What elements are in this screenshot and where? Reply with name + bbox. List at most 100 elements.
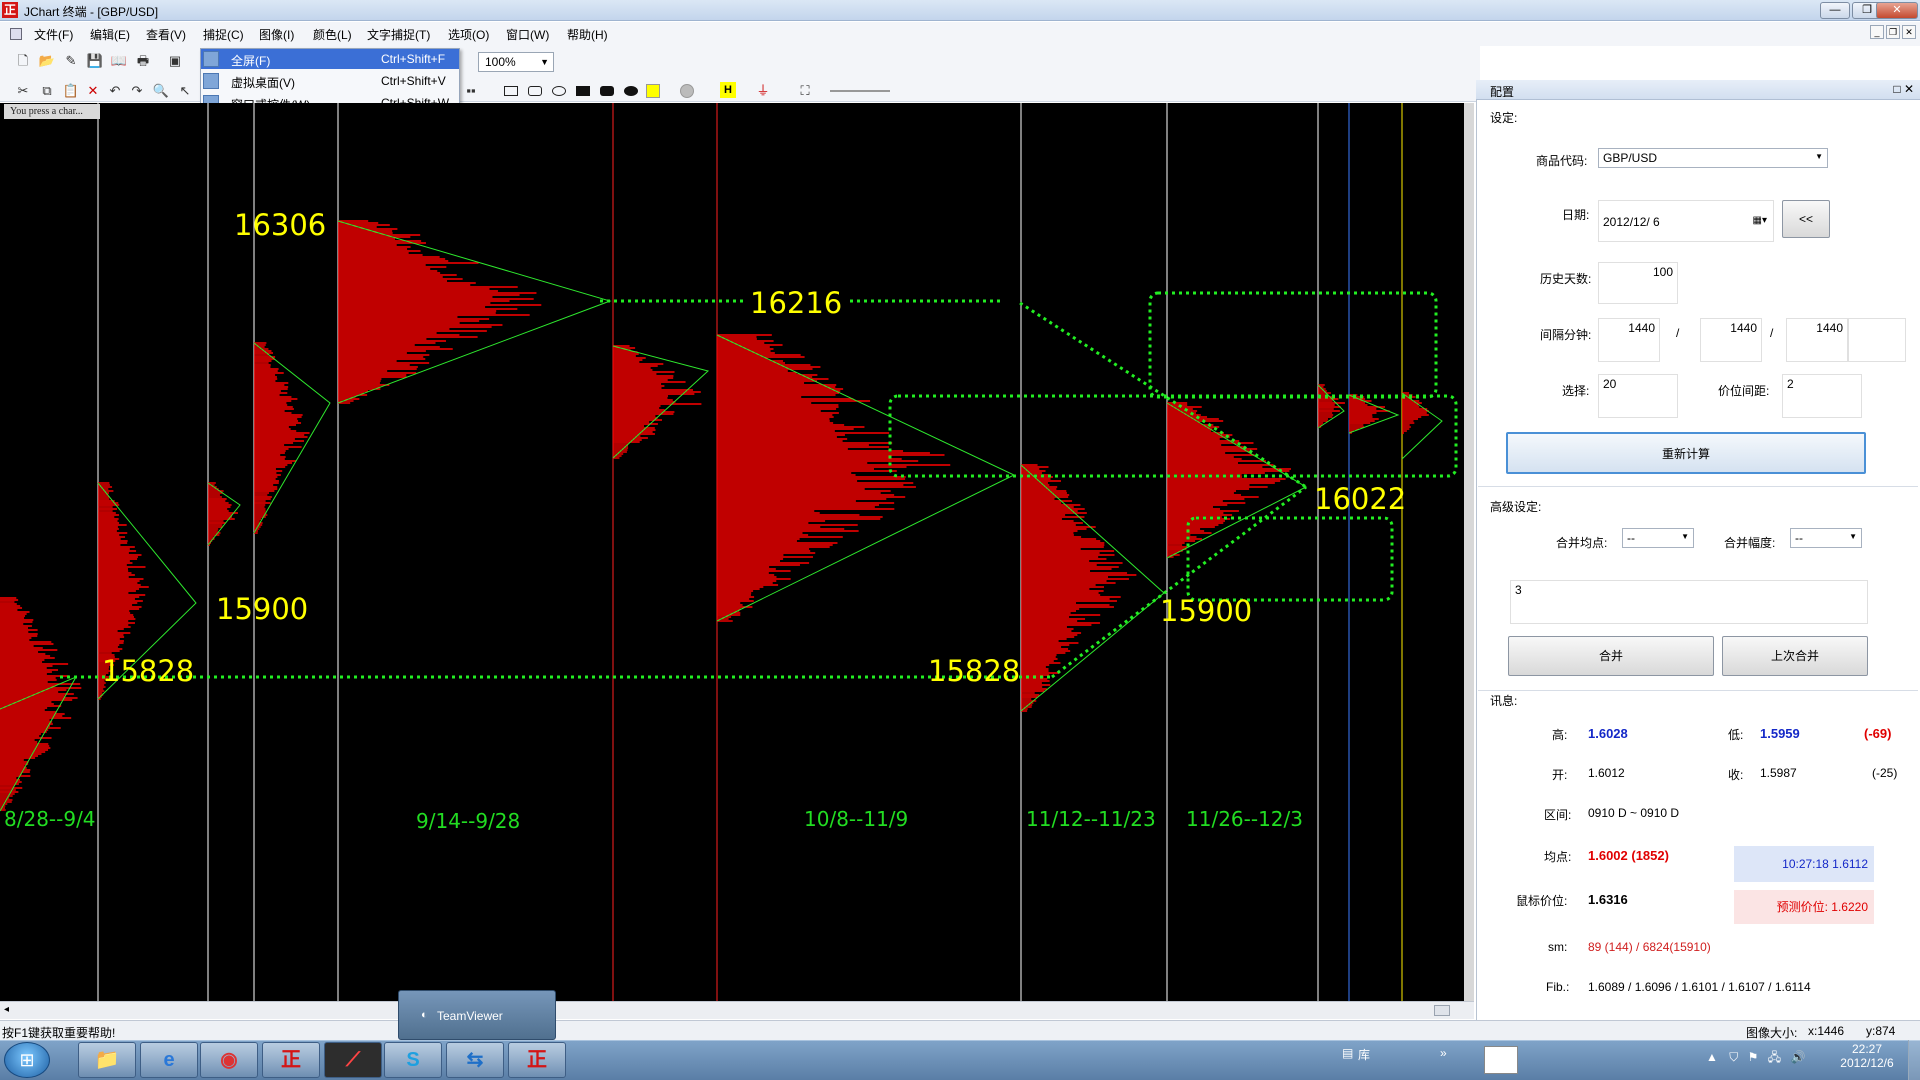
menu-item-virtual-desktop[interactable]: 虚拟桌面(V) Ctrl+Shift+V xyxy=(201,71,459,91)
cut-icon[interactable]: ✂ xyxy=(14,82,32,100)
teamviewer-task-icon[interactable]: ⇆ xyxy=(446,1042,504,1078)
menu-item-fullscreen[interactable]: 全屏(F) Ctrl+Shift+F xyxy=(201,49,459,69)
stamp-icon[interactable]: ⏚ xyxy=(754,82,772,100)
copy-icon[interactable]: ⧉ xyxy=(38,82,56,100)
prev-date-button[interactable]: << xyxy=(1782,200,1830,238)
chrome-task-icon[interactable]: ◉ xyxy=(200,1042,258,1078)
teamviewer-popup[interactable]: ◐ TeamViewer xyxy=(398,990,556,1040)
status-bar: 按F1键获取重要帮助! 图像大小: x:1446 y:874 xyxy=(0,1020,1920,1040)
mdi-restore-button[interactable]: ❐ xyxy=(1886,25,1900,39)
interval-field-4[interactable] xyxy=(1848,318,1906,362)
pointer-icon[interactable]: ↖ xyxy=(176,82,194,100)
jchart2-task-icon[interactable]: 正 xyxy=(508,1042,566,1078)
fit-icon[interactable]: ⛶ xyxy=(796,82,814,100)
price-level-label: 15900 xyxy=(1160,594,1252,628)
price-level-label: 15900 xyxy=(216,592,308,626)
flag-icon[interactable]: ⚑ xyxy=(1748,1050,1759,1064)
fill-color-icon[interactable] xyxy=(646,84,660,98)
date-range-label: 11/12--11/23 xyxy=(1026,807,1156,831)
panel-close-icon[interactable]: □ ✕ xyxy=(1893,82,1914,96)
chart-app-task-icon[interactable]: ⟋ xyxy=(324,1042,382,1078)
print-icon[interactable]: 🖶 xyxy=(134,52,152,70)
minimize-button[interactable]: — xyxy=(1820,2,1850,19)
history-field[interactable]: 100 xyxy=(1598,262,1678,304)
circle-color-icon[interactable] xyxy=(680,84,694,98)
menu-capture[interactable]: 捕捉(C) xyxy=(203,26,244,43)
redo-icon[interactable]: ↷ xyxy=(128,82,146,100)
date-field[interactable]: 2012/12/ 6 ▦▾ xyxy=(1598,200,1774,242)
volume-icon[interactable]: 🔊 xyxy=(1790,1050,1805,1064)
explorer-task-icon[interactable]: 📁 xyxy=(78,1042,136,1078)
zoom-select[interactable]: 100% ▼ xyxy=(478,52,554,72)
rectangle-icon[interactable] xyxy=(504,86,518,96)
show-desktop-button[interactable] xyxy=(1908,1040,1920,1080)
merge-text-area[interactable]: 3 xyxy=(1510,580,1868,624)
skype-task-icon[interactable]: S xyxy=(384,1042,442,1078)
pen-tablet-icon[interactable] xyxy=(1484,1046,1518,1074)
merge-button[interactable]: 合并 xyxy=(1508,636,1714,676)
select-field[interactable]: 20 xyxy=(1598,374,1678,418)
interval-field-1[interactable]: 1440 xyxy=(1598,318,1660,362)
show-hidden-icons[interactable]: ▲ xyxy=(1706,1050,1718,1064)
scroll-thumb[interactable] xyxy=(1434,1005,1450,1016)
clock[interactable]: 22:27 2012/12/6 xyxy=(1832,1042,1902,1078)
menu-options[interactable]: 选项(O) xyxy=(448,26,489,43)
paste-icon[interactable]: 📋 xyxy=(62,82,80,100)
ellipse-icon[interactable] xyxy=(552,86,566,96)
interval-field-2[interactable]: 1440 xyxy=(1700,318,1762,362)
profile-triangle xyxy=(1020,464,1165,712)
menu-view[interactable]: 查看(V) xyxy=(146,26,186,43)
jchart-task-icon[interactable]: 正 xyxy=(262,1042,320,1078)
library-label[interactable]: 库 xyxy=(1358,1046,1370,1063)
mdi-close-button[interactable]: ✕ xyxy=(1902,25,1916,39)
edit-icon[interactable]: ✎ xyxy=(62,52,80,70)
filled-rectangle-icon[interactable] xyxy=(576,86,590,96)
close-button[interactable]: ✕ xyxy=(1876,2,1918,19)
new-file-icon[interactable]: 🗋 xyxy=(14,52,32,70)
chart-area[interactable]: 16306 16216 15900 15828 15900 15828 16022 8/28-… xyxy=(0,103,1474,1001)
merge-avg-select[interactable]: -- ▼ xyxy=(1622,528,1694,548)
divider xyxy=(1478,690,1918,691)
save-icon[interactable]: 💾 xyxy=(86,52,104,70)
menu-color[interactable]: 颜色(L) xyxy=(313,26,352,43)
rounded-rectangle-icon[interactable] xyxy=(528,86,542,96)
menu-text-capture[interactable]: 文字捕捉(T) xyxy=(367,26,430,43)
library-icon[interactable]: ▤ xyxy=(1342,1046,1353,1060)
security-icon[interactable]: ⛉ xyxy=(1729,1050,1738,1064)
ie-task-icon[interactable]: e xyxy=(140,1042,198,1078)
network-icon[interactable]: 🖧 xyxy=(1768,1050,1781,1064)
open-folder-icon[interactable]: 📂 xyxy=(38,52,56,70)
zoom-icon[interactable]: 🔍 xyxy=(152,82,170,100)
history-label: 历史天数: xyxy=(1540,272,1592,286)
line-style-icon[interactable]: ▪▪ xyxy=(462,82,480,100)
toolbar-expand-icon[interactable]: » xyxy=(1440,1046,1447,1060)
menu-file[interactable]: 文件(F) xyxy=(34,26,73,43)
capture-icon[interactable]: ▣ xyxy=(166,52,184,70)
scroll-left-icon[interactable]: ◂ xyxy=(4,1004,9,1015)
filled-rounded-rectangle-icon[interactable] xyxy=(600,86,614,96)
start-button[interactable]: ⊞ xyxy=(4,1042,50,1078)
last-merge-button[interactable]: 上次合并 xyxy=(1722,636,1868,676)
menu-window[interactable]: 窗口(W) xyxy=(506,26,549,43)
merge-range-select[interactable]: -- ▼ xyxy=(1790,528,1862,548)
tick-field[interactable]: 2 xyxy=(1782,374,1862,418)
filled-ellipse-icon[interactable] xyxy=(624,86,638,96)
menu-image[interactable]: 图像(I) xyxy=(259,26,294,43)
recalculate-button[interactable]: 重新计算 xyxy=(1506,432,1866,474)
menu-edit[interactable]: 编辑(E) xyxy=(90,26,130,43)
calendar-icon[interactable]: ▦▾ xyxy=(1753,215,1767,226)
undo-icon[interactable]: ↶ xyxy=(106,82,124,100)
book-icon[interactable]: 📖 xyxy=(110,52,128,70)
horizontal-scrollbar[interactable]: ◂ xyxy=(0,1001,1474,1019)
menu-help[interactable]: 帮助(H) xyxy=(567,26,608,43)
vertical-scrollbar[interactable] xyxy=(1464,103,1474,1001)
symbol-select[interactable]: GBP/USD ▼ xyxy=(1598,148,1828,168)
predict-price-box: 预测价位: 1.6220 xyxy=(1734,890,1874,924)
price-profiles xyxy=(0,220,1429,811)
highlight-icon[interactable]: H xyxy=(720,82,736,98)
opacity-slider[interactable] xyxy=(830,90,890,92)
interval-field-3[interactable]: 1440 xyxy=(1786,318,1848,362)
fib-value: 1.6089 / 1.6096 / 1.6101 / 1.6107 / 1.61… xyxy=(1588,980,1811,994)
mdi-minimize-button[interactable]: _ xyxy=(1870,25,1884,39)
delete-icon[interactable]: ✕ xyxy=(84,82,102,100)
